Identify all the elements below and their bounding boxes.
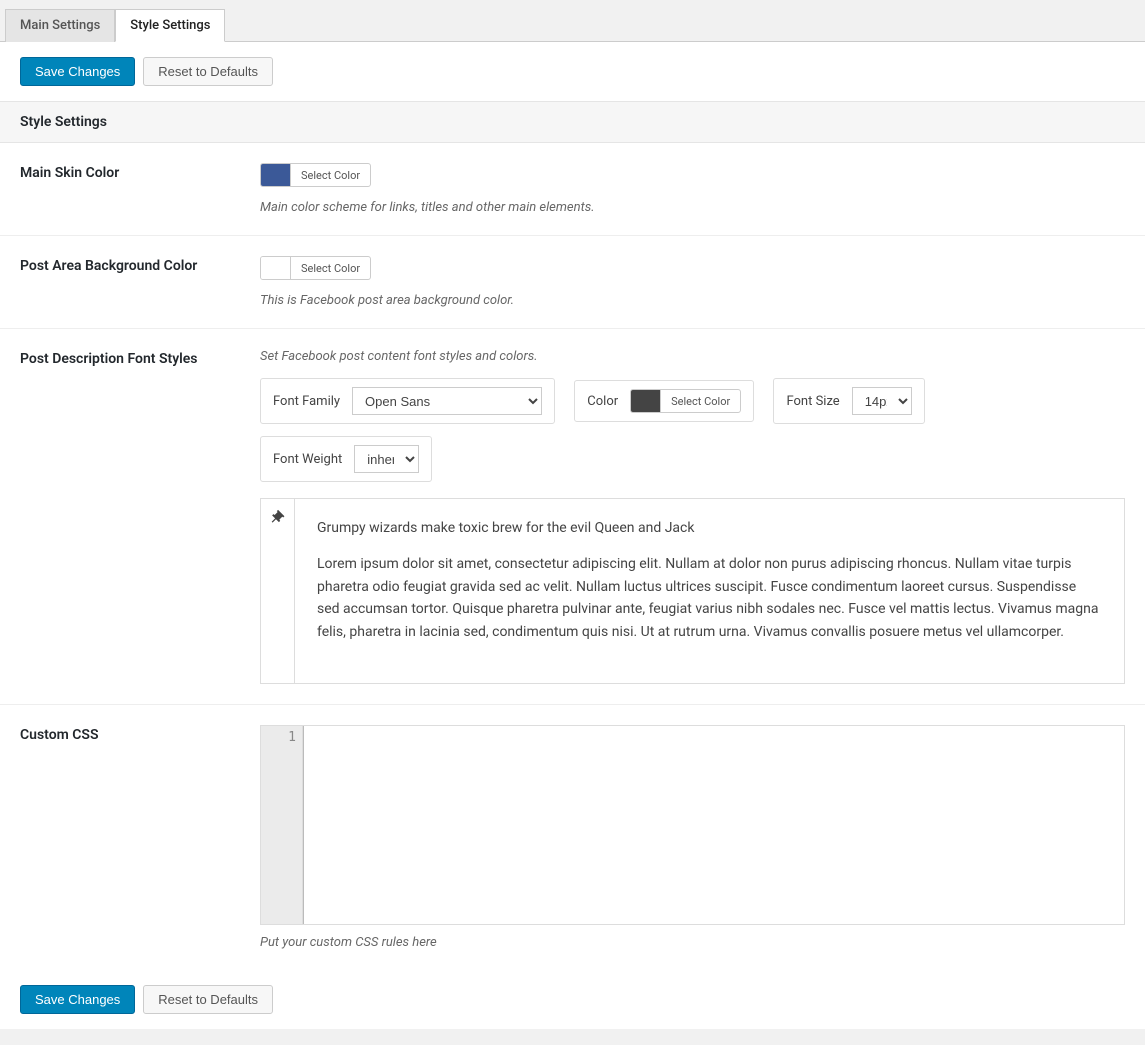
color-picker-font-color[interactable]: Select Color xyxy=(630,389,741,413)
action-row-top: Save Changes Reset to Defaults xyxy=(0,42,1145,101)
pin-icon xyxy=(270,509,286,525)
font-controls-row-1: Font Family Open Sans Color Select Color… xyxy=(260,378,1125,436)
field-post-bg-color: Post Area Background Color Select Color … xyxy=(0,236,1145,329)
select-font-weight[interactable]: inherit xyxy=(354,445,419,473)
select-color-button[interactable]: Select Color xyxy=(291,165,370,186)
tab-style-settings[interactable]: Style Settings xyxy=(115,9,225,42)
label-custom-css: Custom CSS xyxy=(20,725,260,950)
label-post-bg-color: Post Area Background Color xyxy=(20,256,260,308)
tab-main-settings[interactable]: Main Settings xyxy=(5,9,115,42)
desc-custom-css: Put your custom CSS rules here xyxy=(260,935,1125,950)
color-swatch-main-skin xyxy=(261,164,291,186)
label-post-font-styles: Post Description Font Styles xyxy=(20,349,260,684)
content-area: Save Changes Reset to Defaults Style Set… xyxy=(0,42,1145,1029)
font-controls-row-2: Font Weight inherit xyxy=(260,436,1125,494)
code-textarea[interactable] xyxy=(303,726,1124,924)
field-post-font-styles: Post Description Font Styles Set Faceboo… xyxy=(0,329,1145,705)
save-button-bottom[interactable]: Save Changes xyxy=(20,985,135,1014)
reset-button[interactable]: Reset to Defaults xyxy=(143,57,273,86)
preview-headline: Grumpy wizards make toxic brew for the e… xyxy=(317,517,1102,539)
control-font-weight: Font Weight inherit xyxy=(260,436,432,482)
control-font-family: Font Family Open Sans xyxy=(260,378,555,424)
font-preview-box: Grumpy wizards make toxic brew for the e… xyxy=(260,498,1125,684)
panel-header: Style Settings xyxy=(0,101,1145,143)
label-font-size: Font Size xyxy=(786,394,839,409)
color-swatch-post-bg xyxy=(261,257,291,279)
select-color-button-font[interactable]: Select Color xyxy=(661,391,740,412)
action-row-bottom: Save Changes Reset to Defaults xyxy=(0,970,1145,1029)
control-font-color: Color Select Color xyxy=(574,380,754,422)
preview-body: Lorem ipsum dolor sit amet, consectetur … xyxy=(317,553,1102,643)
field-main-skin-color: Main Skin Color Select Color Main color … xyxy=(0,143,1145,236)
preview-text-column: Grumpy wizards make toxic brew for the e… xyxy=(295,499,1124,683)
color-picker-post-bg[interactable]: Select Color xyxy=(260,256,371,280)
desc-post-font-styles: Set Facebook post content font styles an… xyxy=(260,349,1125,364)
field-custom-css: Custom CSS 1 Put your custom CSS rules h… xyxy=(0,705,1145,970)
save-button[interactable]: Save Changes xyxy=(20,57,135,86)
label-font-color: Color xyxy=(587,394,618,409)
color-picker-main-skin[interactable]: Select Color xyxy=(260,163,371,187)
desc-post-bg-color: This is Facebook post area background co… xyxy=(260,293,1125,308)
select-font-size[interactable]: 14px xyxy=(852,387,912,415)
desc-main-skin-color: Main color scheme for links, titles and … xyxy=(260,200,1125,215)
select-font-family[interactable]: Open Sans xyxy=(352,387,542,415)
color-swatch-font-color xyxy=(631,390,661,412)
label-font-weight: Font Weight xyxy=(273,452,342,467)
tab-bar: Main Settings Style Settings xyxy=(0,0,1145,42)
code-gutter: 1 xyxy=(261,726,303,924)
label-main-skin-color: Main Skin Color xyxy=(20,163,260,215)
label-font-family: Font Family xyxy=(273,394,340,409)
code-editor: 1 xyxy=(260,725,1125,925)
control-font-size: Font Size 14px xyxy=(773,378,924,424)
reset-button-bottom[interactable]: Reset to Defaults xyxy=(143,985,273,1014)
select-color-button-post-bg[interactable]: Select Color xyxy=(291,258,370,279)
preview-icon-column xyxy=(261,499,295,683)
